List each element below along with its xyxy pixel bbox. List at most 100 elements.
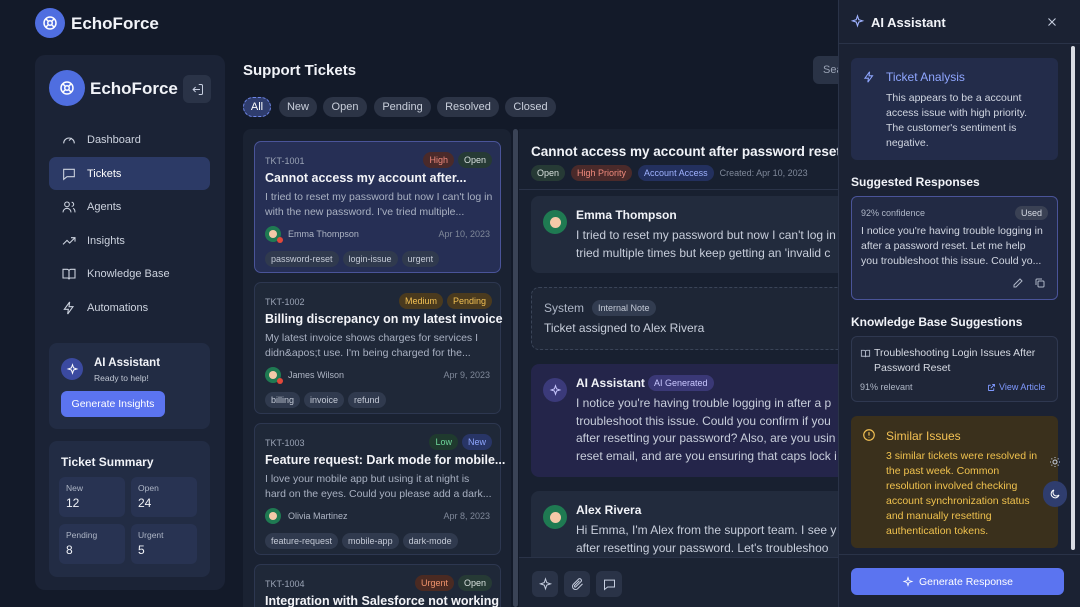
suggested-response-card[interactable]: 92% confidence Used I notice you're havi… <box>851 196 1058 300</box>
ticket-card[interactable]: TKT-1004 Urgent Open Integration with Sa… <box>254 564 501 607</box>
app-logo-icon <box>35 8 65 38</box>
moon-icon <box>1050 489 1060 499</box>
ticket-title: Cannot access my account after... <box>265 171 467 185</box>
ai-assistant-subtitle: Ready to help! <box>94 373 149 383</box>
ai-suggest-button[interactable] <box>532 571 558 597</box>
analysis-line: negative. <box>886 137 929 149</box>
ticket-tag: dark-mode <box>402 533 458 549</box>
kb-relevance: 91% relevant <box>860 382 913 392</box>
kb-article-card[interactable]: Troubleshooting Login Issues After Passw… <box>851 336 1058 402</box>
stat-label: Open <box>138 483 159 493</box>
avatar <box>543 505 567 529</box>
message-line: troubleshoot this issue. Could you confi… <box>576 414 831 428</box>
nav-automations[interactable]: Automations <box>49 291 210 324</box>
close-icon[interactable] <box>1046 16 1058 28</box>
message-icon <box>63 168 75 180</box>
filter-open[interactable]: Open <box>323 97 367 117</box>
divider <box>839 43 1080 44</box>
ai-generated-badge: AI Generated <box>648 375 714 391</box>
nav-dashboard[interactable]: Dashboard <box>49 123 210 156</box>
trending-icon <box>62 236 76 245</box>
ticket-id: TKT-1001 <box>265 156 305 166</box>
suggestion-line: I notice you're having trouble logging i… <box>861 225 1043 237</box>
comment-button[interactable] <box>596 571 622 597</box>
status-badge: Open <box>457 152 492 168</box>
copy-icon[interactable] <box>1034 277 1046 289</box>
analysis-line: This appears to be a account <box>886 92 1022 104</box>
logout-button[interactable] <box>183 75 211 103</box>
sidebar-logo-icon <box>49 70 85 106</box>
nav-knowledge-base[interactable]: Knowledge Base <box>49 257 210 290</box>
ticket-tag: login-issue <box>342 251 398 267</box>
similar-line: account synchronization status <box>886 495 1030 507</box>
filter-closed[interactable]: Closed <box>505 97 556 117</box>
book-icon <box>62 268 76 279</box>
internal-note-badge: Internal Note <box>592 300 656 316</box>
ticket-date: Apr 9, 2023 <box>443 370 490 380</box>
ticket-tag: billing <box>265 392 301 408</box>
sun-icon <box>1050 457 1060 467</box>
priority-badge: High Priority <box>571 165 633 181</box>
filter-all[interactable]: All <box>243 97 271 117</box>
analysis-text: This appears to be a account access issu… <box>886 91 1027 151</box>
status-badge: New <box>461 434 492 450</box>
similar-issues-title: Similar Issues <box>886 429 961 443</box>
suggested-responses-title: Suggested Responses <box>851 175 980 189</box>
alert-circle-icon <box>863 429 875 441</box>
sparkle-icon <box>850 14 865 28</box>
generate-insights-button[interactable]: Generate Insights <box>61 391 165 417</box>
ticket-tag: refund <box>348 392 386 408</box>
ticket-card[interactable]: TKT-1002 Medium Pending Billing discrepa… <box>254 282 503 414</box>
avatar <box>543 210 567 234</box>
ticket-card[interactable]: TKT-1003 Low New Feature request: Dark m… <box>254 423 505 555</box>
ticket-id: TKT-1003 <box>265 438 305 448</box>
suggestion-text: I notice you're having trouble logging i… <box>861 224 1043 269</box>
filter-resolved[interactable]: Resolved <box>437 97 499 117</box>
generate-response-button[interactable]: Generate Response <box>851 568 1064 595</box>
kb-title-line: Troubleshooting Login Issues After <box>874 347 1036 359</box>
panel-scrollbar[interactable] <box>1071 46 1075 550</box>
status-badge: Open <box>531 165 566 181</box>
nav-insights[interactable]: Insights <box>49 224 210 257</box>
nav-tickets[interactable]: Tickets <box>49 157 210 190</box>
message-line: tried multiple times but keep getting an… <box>576 246 831 260</box>
ticket-date: Apr 10, 2023 <box>438 229 490 239</box>
stat-value: 24 <box>138 496 152 510</box>
view-article-link[interactable]: View Article <box>999 382 1045 392</box>
dark-mode-toggle[interactable] <box>1043 481 1067 507</box>
suggestion-line: you troubleshoot this issue. Could yo... <box>861 255 1042 267</box>
avatar <box>265 226 283 243</box>
priority-badge: Low <box>429 434 458 450</box>
sparkle-icon <box>902 575 914 587</box>
detail-badges: Open High Priority Account Access Create… <box>531 165 808 181</box>
sparkle-icon <box>538 576 552 590</box>
ticket-id: TKT-1004 <box>265 579 305 589</box>
message-line: after resetting your password. Let's tro… <box>576 541 829 555</box>
message-line: after resetting your password? Also, are… <box>576 431 836 445</box>
attach-button[interactable] <box>564 571 590 597</box>
bolt-icon <box>63 301 75 314</box>
ticket-card[interactable]: TKT-1001 High Open Cannot access my acco… <box>254 141 501 273</box>
divider <box>519 189 839 190</box>
nav-label: Insights <box>87 234 125 247</box>
edit-icon[interactable] <box>1012 277 1024 289</box>
similar-issues-card: Similar Issues 3 similar tickets were re… <box>851 416 1058 548</box>
ticket-summary-card: Ticket Summary New 12 Open 24 Pending 8 … <box>49 441 210 577</box>
priority-badge: High <box>423 152 454 168</box>
light-mode-toggle[interactable] <box>1045 452 1065 472</box>
nav-label: Agents <box>87 200 122 213</box>
analysis-line: access issue with high priority. <box>886 107 1028 119</box>
similar-line: the past week. Common <box>886 465 1000 477</box>
external-link-icon <box>988 384 995 391</box>
book-icon <box>860 349 871 358</box>
filter-new[interactable]: New <box>279 97 317 117</box>
nav-agents[interactable]: Agents <box>49 190 210 223</box>
ticket-list-scrollbar[interactable] <box>513 129 518 607</box>
message-icon <box>603 579 615 591</box>
status-badge: Pending <box>446 293 492 309</box>
message-system: System Internal Note Ticket assigned to … <box>531 287 851 350</box>
filter-pending[interactable]: Pending <box>374 97 431 117</box>
kb-title-line: Password Reset <box>874 362 951 374</box>
similar-line: and manually resetting <box>886 510 992 522</box>
sparkle-icon <box>543 378 567 402</box>
